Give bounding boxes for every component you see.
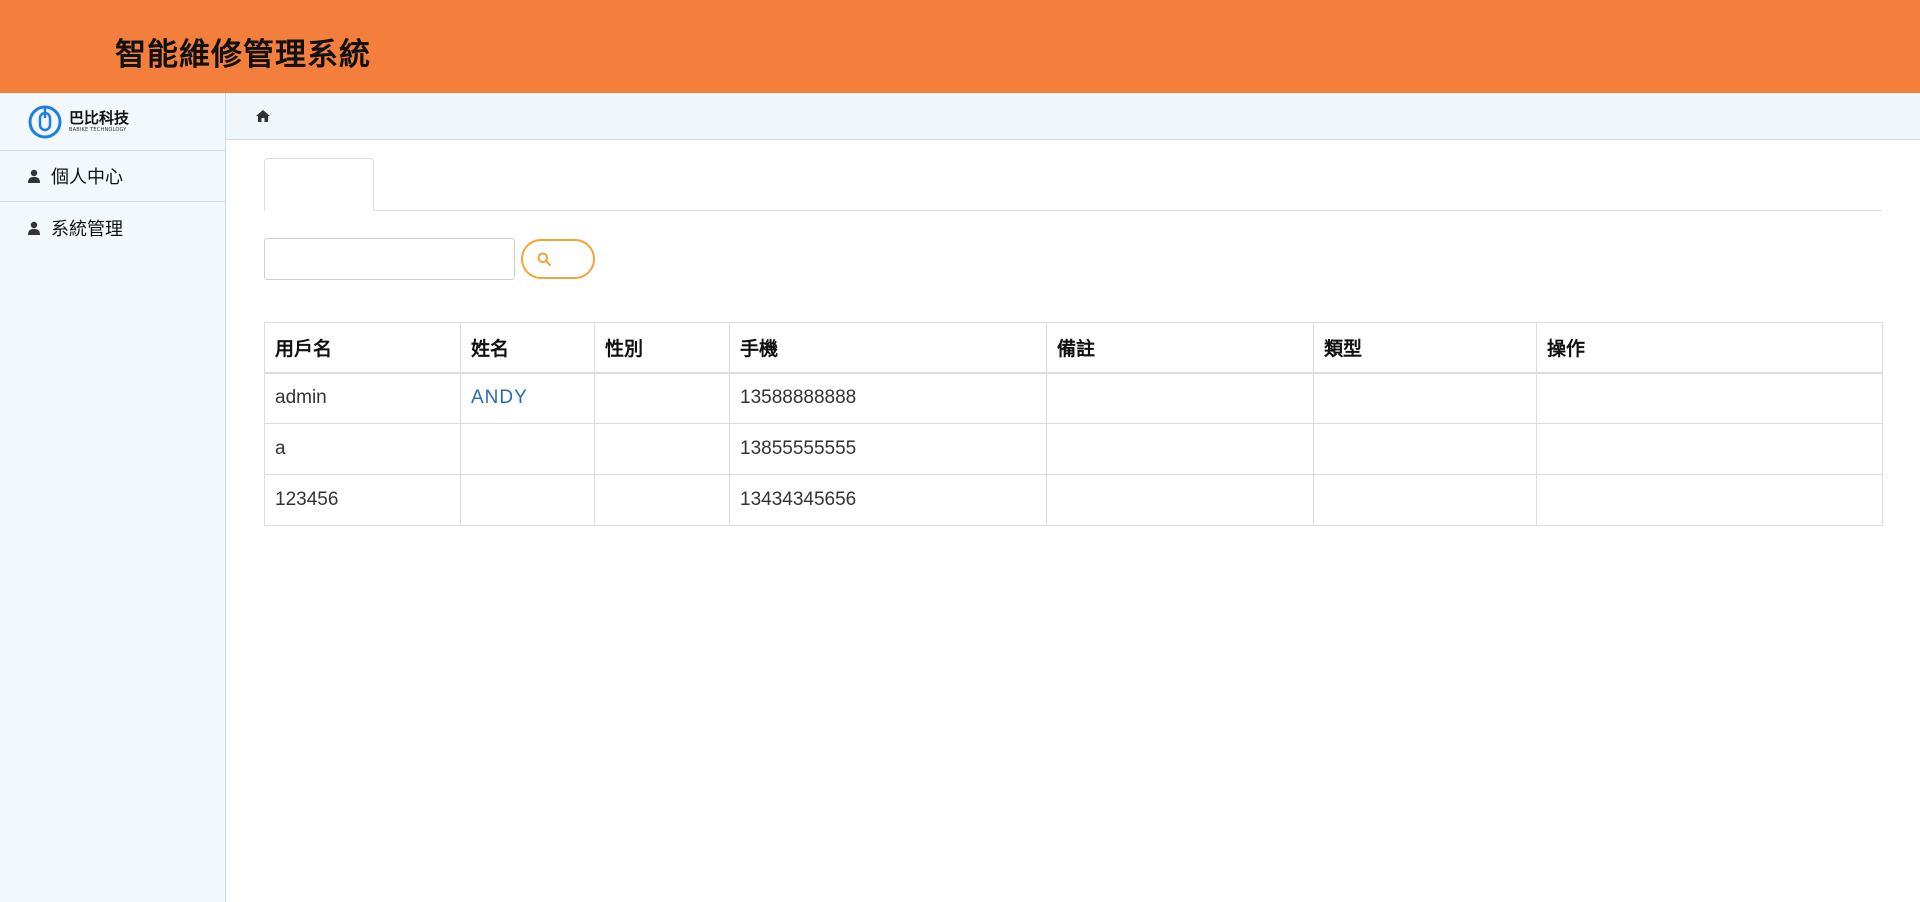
- table-row: a 13855555555: [264, 423, 1883, 475]
- table-row: 123456 13434345656: [264, 474, 1883, 526]
- column-header-gender[interactable]: 性別: [594, 322, 730, 374]
- brand-name: 巴比科技: [69, 108, 130, 127]
- sidebar-item-personal-center[interactable]: 個人中心: [0, 151, 225, 202]
- breadcrumb: [226, 93, 1920, 140]
- tab-bar: [264, 158, 1882, 211]
- search-bar: [264, 238, 595, 280]
- brand-text: 巴比科技 BABIKE TECHNOLOGY: [69, 110, 129, 134]
- user-icon: [28, 221, 40, 235]
- cell-type: [1313, 423, 1537, 475]
- search-button[interactable]: [521, 239, 595, 279]
- brand-logo-icon: [28, 105, 62, 138]
- cell-gender: [594, 423, 730, 475]
- brand-subtitle: BABIKE TECHNOLOGY: [69, 126, 127, 133]
- column-header-action[interactable]: 操作: [1536, 322, 1883, 374]
- cell-type: [1313, 474, 1537, 526]
- cell-name[interactable]: [460, 423, 595, 475]
- sidebar-item-system-management[interactable]: 系統管理: [0, 202, 225, 253]
- cell-username: admin: [264, 372, 461, 424]
- cell-username: a: [264, 423, 461, 475]
- cell-name[interactable]: [460, 474, 595, 526]
- cell-phone: 13434345656: [729, 474, 1047, 526]
- system-title: 智能維修管理系統: [115, 37, 371, 73]
- table-header-row: 用戶名 姓名 性別 手機 備註 類型 操作: [264, 322, 1883, 374]
- search-icon: [537, 252, 551, 266]
- column-header-type[interactable]: 類型: [1313, 322, 1537, 374]
- sidebar: 巴比科技 BABIKE TECHNOLOGY 個人中心 系統管理: [0, 93, 226, 902]
- app-window: 智能維修管理系統 巴比科技 BABIKE TECHNOLOGY 個人中心 系統管…: [0, 0, 1920, 902]
- cell-action[interactable]: [1536, 423, 1883, 475]
- cell-action[interactable]: [1536, 474, 1883, 526]
- home-icon[interactable]: [256, 110, 270, 122]
- main-content: 用戶名 姓名 性別 手機 備註 類型 操作 admin ANDY 1358888…: [226, 93, 1920, 902]
- cell-name[interactable]: ANDY: [460, 372, 595, 424]
- column-header-remark[interactable]: 備註: [1046, 322, 1314, 374]
- table-row: admin ANDY 13588888888: [264, 372, 1883, 424]
- column-header-phone[interactable]: 手機: [729, 322, 1047, 374]
- tab-active[interactable]: [264, 158, 374, 211]
- top-header: 智能維修管理系統: [0, 0, 1920, 93]
- cell-remark: [1046, 423, 1314, 475]
- search-input[interactable]: [264, 238, 515, 280]
- cell-phone: 13855555555: [729, 423, 1047, 475]
- cell-action[interactable]: [1536, 372, 1883, 424]
- cell-gender: [594, 474, 730, 526]
- cell-type: [1313, 372, 1537, 424]
- cell-remark: [1046, 474, 1314, 526]
- cell-username: 123456: [264, 474, 461, 526]
- user-icon: [28, 169, 40, 183]
- sidebar-item-label: 系統管理: [51, 218, 123, 240]
- brand-logo: 巴比科技 BABIKE TECHNOLOGY: [0, 93, 225, 151]
- user-table: 用戶名 姓名 性別 手機 備註 類型 操作 admin ANDY 1358888…: [264, 322, 1883, 526]
- sidebar-item-label: 個人中心: [51, 167, 123, 188]
- cell-phone: 13588888888: [729, 372, 1047, 424]
- column-header-username[interactable]: 用戶名: [264, 322, 461, 374]
- cell-gender: [594, 372, 730, 424]
- cell-remark: [1046, 372, 1314, 424]
- column-header-name[interactable]: 姓名: [460, 322, 595, 374]
